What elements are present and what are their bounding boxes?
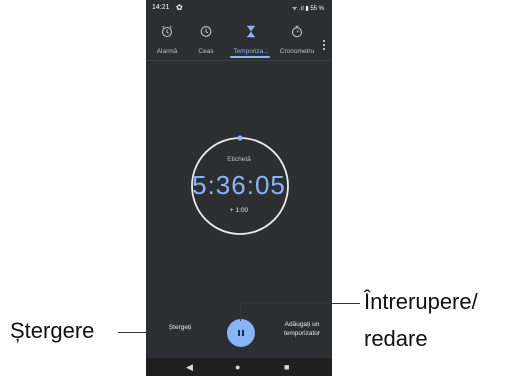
header-divider bbox=[146, 60, 332, 61]
tab-alarm-label: Alarmă bbox=[156, 48, 178, 55]
tab-bar: Alarmă Ceas Temporiza... Cronometru bbox=[146, 16, 332, 60]
recents-icon[interactable]: ■ bbox=[284, 362, 289, 372]
pause-icon bbox=[238, 330, 244, 336]
back-icon[interactable]: ◀ bbox=[186, 362, 193, 372]
tab-clock-label: Ceas bbox=[198, 48, 214, 55]
add-timer-button[interactable]: Adăugați un temporizator bbox=[274, 320, 330, 338]
battery-level: 55 % bbox=[310, 6, 324, 12]
tab-timer-label: Temporiza... bbox=[233, 48, 269, 55]
add-minute-button[interactable]: + 1:00 bbox=[146, 207, 332, 214]
callout-delete-line bbox=[118, 332, 148, 333]
hourglass-icon bbox=[247, 25, 255, 38]
tab-stopwatch-label: Cronometru bbox=[279, 48, 315, 55]
timer-label[interactable]: Etichetă bbox=[146, 156, 332, 163]
callout-pause-line2: redare bbox=[364, 326, 428, 351]
phone-screen: 14:21 ✿ ᯤ .ıl ▮ 55 % Alarmă Ceas Tempori… bbox=[146, 0, 332, 376]
navigation-bar: ◀ ● ■ bbox=[146, 358, 332, 376]
status-bar: 14:21 ✿ ᯤ .ıl ▮ 55 % bbox=[146, 0, 332, 16]
pause-button[interactable] bbox=[227, 319, 255, 347]
callout-pause-connector bbox=[240, 303, 241, 321]
tab-clock[interactable]: Ceas bbox=[188, 16, 224, 60]
stopwatch-icon bbox=[291, 25, 303, 38]
timer-display: 5:36:05 bbox=[192, 170, 286, 200]
callout-delete: Ștergere bbox=[10, 318, 95, 343]
clock-icon bbox=[200, 26, 212, 37]
tab-alarm[interactable]: Alarmă bbox=[146, 16, 188, 60]
active-tab-indicator bbox=[230, 56, 270, 58]
more-menu-icon[interactable] bbox=[320, 38, 328, 54]
battery-icon: ▮ bbox=[305, 6, 309, 12]
status-indicators: ᯤ .ıl ▮ 55 % bbox=[292, 4, 324, 12]
gear-icon: ✿ bbox=[176, 3, 183, 12]
progress-knob bbox=[237, 135, 243, 141]
callout-pause-line bbox=[240, 303, 360, 304]
callout-pause-line1: Întrerupere/ bbox=[364, 289, 478, 314]
wifi-icon: ᯤ bbox=[291, 6, 298, 12]
tab-timer[interactable]: Temporiza... bbox=[226, 16, 276, 60]
alarm-icon bbox=[161, 25, 173, 38]
tab-stopwatch[interactable]: Cronometru bbox=[276, 16, 318, 60]
status-time: 14:21 bbox=[152, 4, 170, 11]
signal-icon: .ıl bbox=[298, 6, 304, 12]
home-icon[interactable]: ● bbox=[235, 362, 240, 372]
delete-button[interactable]: Ștergeți bbox=[158, 324, 202, 331]
